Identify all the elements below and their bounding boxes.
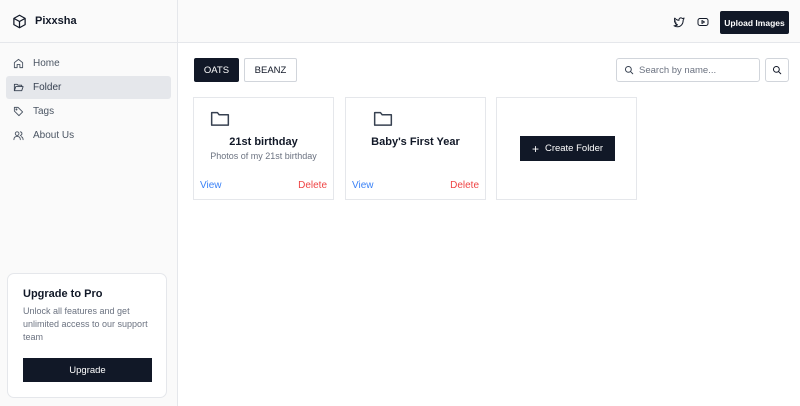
view-link[interactable]: View bbox=[200, 180, 222, 191]
folder-title: Baby's First Year bbox=[371, 136, 460, 148]
tab-oats[interactable]: OATS bbox=[194, 58, 239, 82]
folder-card: Baby's First Year View Delete bbox=[345, 97, 486, 200]
upgrade-description: Unlock all features and get unlimited ac… bbox=[23, 306, 148, 342]
sidebar: Pixxsha Home Folder Tags About Us Upgrad… bbox=[0, 0, 178, 406]
create-folder-button[interactable]: + Create Folder bbox=[520, 136, 615, 161]
upload-images-button[interactable]: Upload Images bbox=[720, 11, 789, 34]
plus-icon: + bbox=[531, 141, 539, 156]
tag-icon bbox=[13, 106, 24, 117]
users-icon bbox=[13, 131, 24, 141]
upgrade-card: Upgrade to Pro Unlock all features and g… bbox=[7, 273, 167, 398]
sidebar-item-label: Home bbox=[33, 58, 60, 69]
sidebar-item-home[interactable]: Home bbox=[6, 52, 171, 75]
sidebar-item-label: Tags bbox=[33, 106, 55, 117]
collection-tabs: OATS BEANZ bbox=[194, 58, 297, 82]
sidebar-item-about-us[interactable]: About Us bbox=[6, 124, 171, 147]
twitter-icon[interactable] bbox=[673, 16, 685, 28]
delete-link[interactable]: Delete bbox=[298, 180, 327, 191]
create-folder-label: Create Folder bbox=[544, 143, 604, 154]
sidebar-item-folder[interactable]: Folder bbox=[6, 76, 171, 99]
folder-title: 21st birthday bbox=[229, 136, 298, 148]
brand[interactable]: Pixxsha bbox=[0, 0, 177, 43]
search-box bbox=[616, 58, 760, 82]
upgrade-title: Upgrade to Pro bbox=[23, 288, 103, 300]
sidebar-item-label: About Us bbox=[33, 130, 75, 141]
home-icon bbox=[13, 58, 24, 69]
folder-card: 21st birthday Photos of my 21st birthday… bbox=[193, 97, 334, 200]
app-name: Pixxsha bbox=[35, 15, 77, 27]
folder-open-icon bbox=[13, 83, 24, 92]
upgrade-button[interactable]: Upgrade bbox=[23, 358, 152, 382]
search-icon bbox=[624, 65, 634, 75]
view-link[interactable]: View bbox=[352, 180, 374, 191]
search-icon bbox=[772, 65, 782, 75]
sidebar-item-tags[interactable]: Tags bbox=[6, 100, 171, 123]
search-button[interactable] bbox=[765, 58, 789, 82]
folder-icon bbox=[210, 111, 230, 126]
delete-link[interactable]: Delete bbox=[450, 180, 479, 191]
tab-beanz[interactable]: BEANZ bbox=[244, 58, 297, 82]
youtube-icon[interactable] bbox=[697, 16, 709, 28]
search-input[interactable] bbox=[639, 64, 757, 76]
sidebar-nav: Home Folder Tags About Us bbox=[0, 43, 177, 147]
create-folder-card: + Create Folder bbox=[496, 97, 637, 200]
folder-subtitle: Photos of my 21st birthday bbox=[210, 151, 317, 161]
top-bar: Upload Images bbox=[178, 0, 800, 43]
folder-icon bbox=[373, 111, 393, 126]
sidebar-item-label: Folder bbox=[33, 82, 62, 93]
cube-icon bbox=[13, 14, 26, 28]
